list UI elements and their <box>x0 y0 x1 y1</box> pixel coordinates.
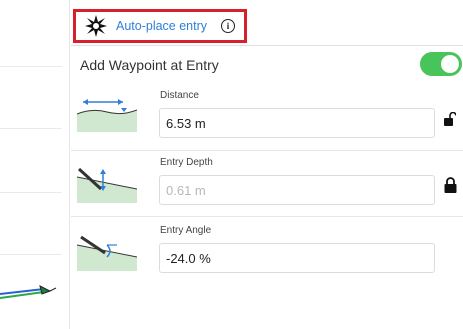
entry-depth-label: Entry Depth <box>160 157 213 168</box>
map-grid-line <box>0 192 62 193</box>
distance-diagram-icon <box>77 99 137 132</box>
map-grid-line <box>0 254 62 255</box>
waypoint-card: Add Waypoint at Entry Distance 6.53 m En… <box>71 45 463 329</box>
map-canvas[interactable] <box>0 0 70 329</box>
entry-depth-diagram-icon <box>77 167 137 203</box>
entry-angle-input[interactable]: -24.0 % <box>159 243 435 273</box>
entry-panel: Auto-place entry i Add Waypoint at Entry… <box>71 0 463 329</box>
locked-padlock-icon[interactable] <box>444 177 457 193</box>
entry-depth-input[interactable]: 0.61 m <box>159 175 435 205</box>
entry-angle-label: Entry Angle <box>160 225 212 236</box>
unlocked-padlock-icon[interactable] <box>444 112 456 126</box>
auto-place-entry-label[interactable]: Auto-place entry <box>116 19 207 33</box>
map-grid-line <box>0 66 62 67</box>
auto-place-entry-button[interactable]: Auto-place entry i <box>73 9 247 43</box>
add-waypoint-toggle[interactable] <box>420 52 462 76</box>
entry-depth-row: Entry Depth 0.61 m <box>71 150 463 216</box>
info-icon[interactable]: i <box>221 19 236 33</box>
distance-label: Distance <box>160 90 199 101</box>
entry-angle-diagram-icon <box>77 235 137 271</box>
distance-row: Distance 6.53 m <box>71 84 463 150</box>
distance-input[interactable]: 6.53 m <box>159 108 435 138</box>
map-grid-line <box>0 128 62 129</box>
add-waypoint-label: Add Waypoint at Entry <box>80 57 219 73</box>
add-waypoint-row: Add Waypoint at Entry <box>71 46 463 84</box>
bore-path-icon <box>0 285 57 299</box>
toggle-knob <box>441 55 459 73</box>
sparkle-star-icon <box>85 15 107 37</box>
entry-angle-row: Entry Angle -24.0 % <box>71 216 463 282</box>
